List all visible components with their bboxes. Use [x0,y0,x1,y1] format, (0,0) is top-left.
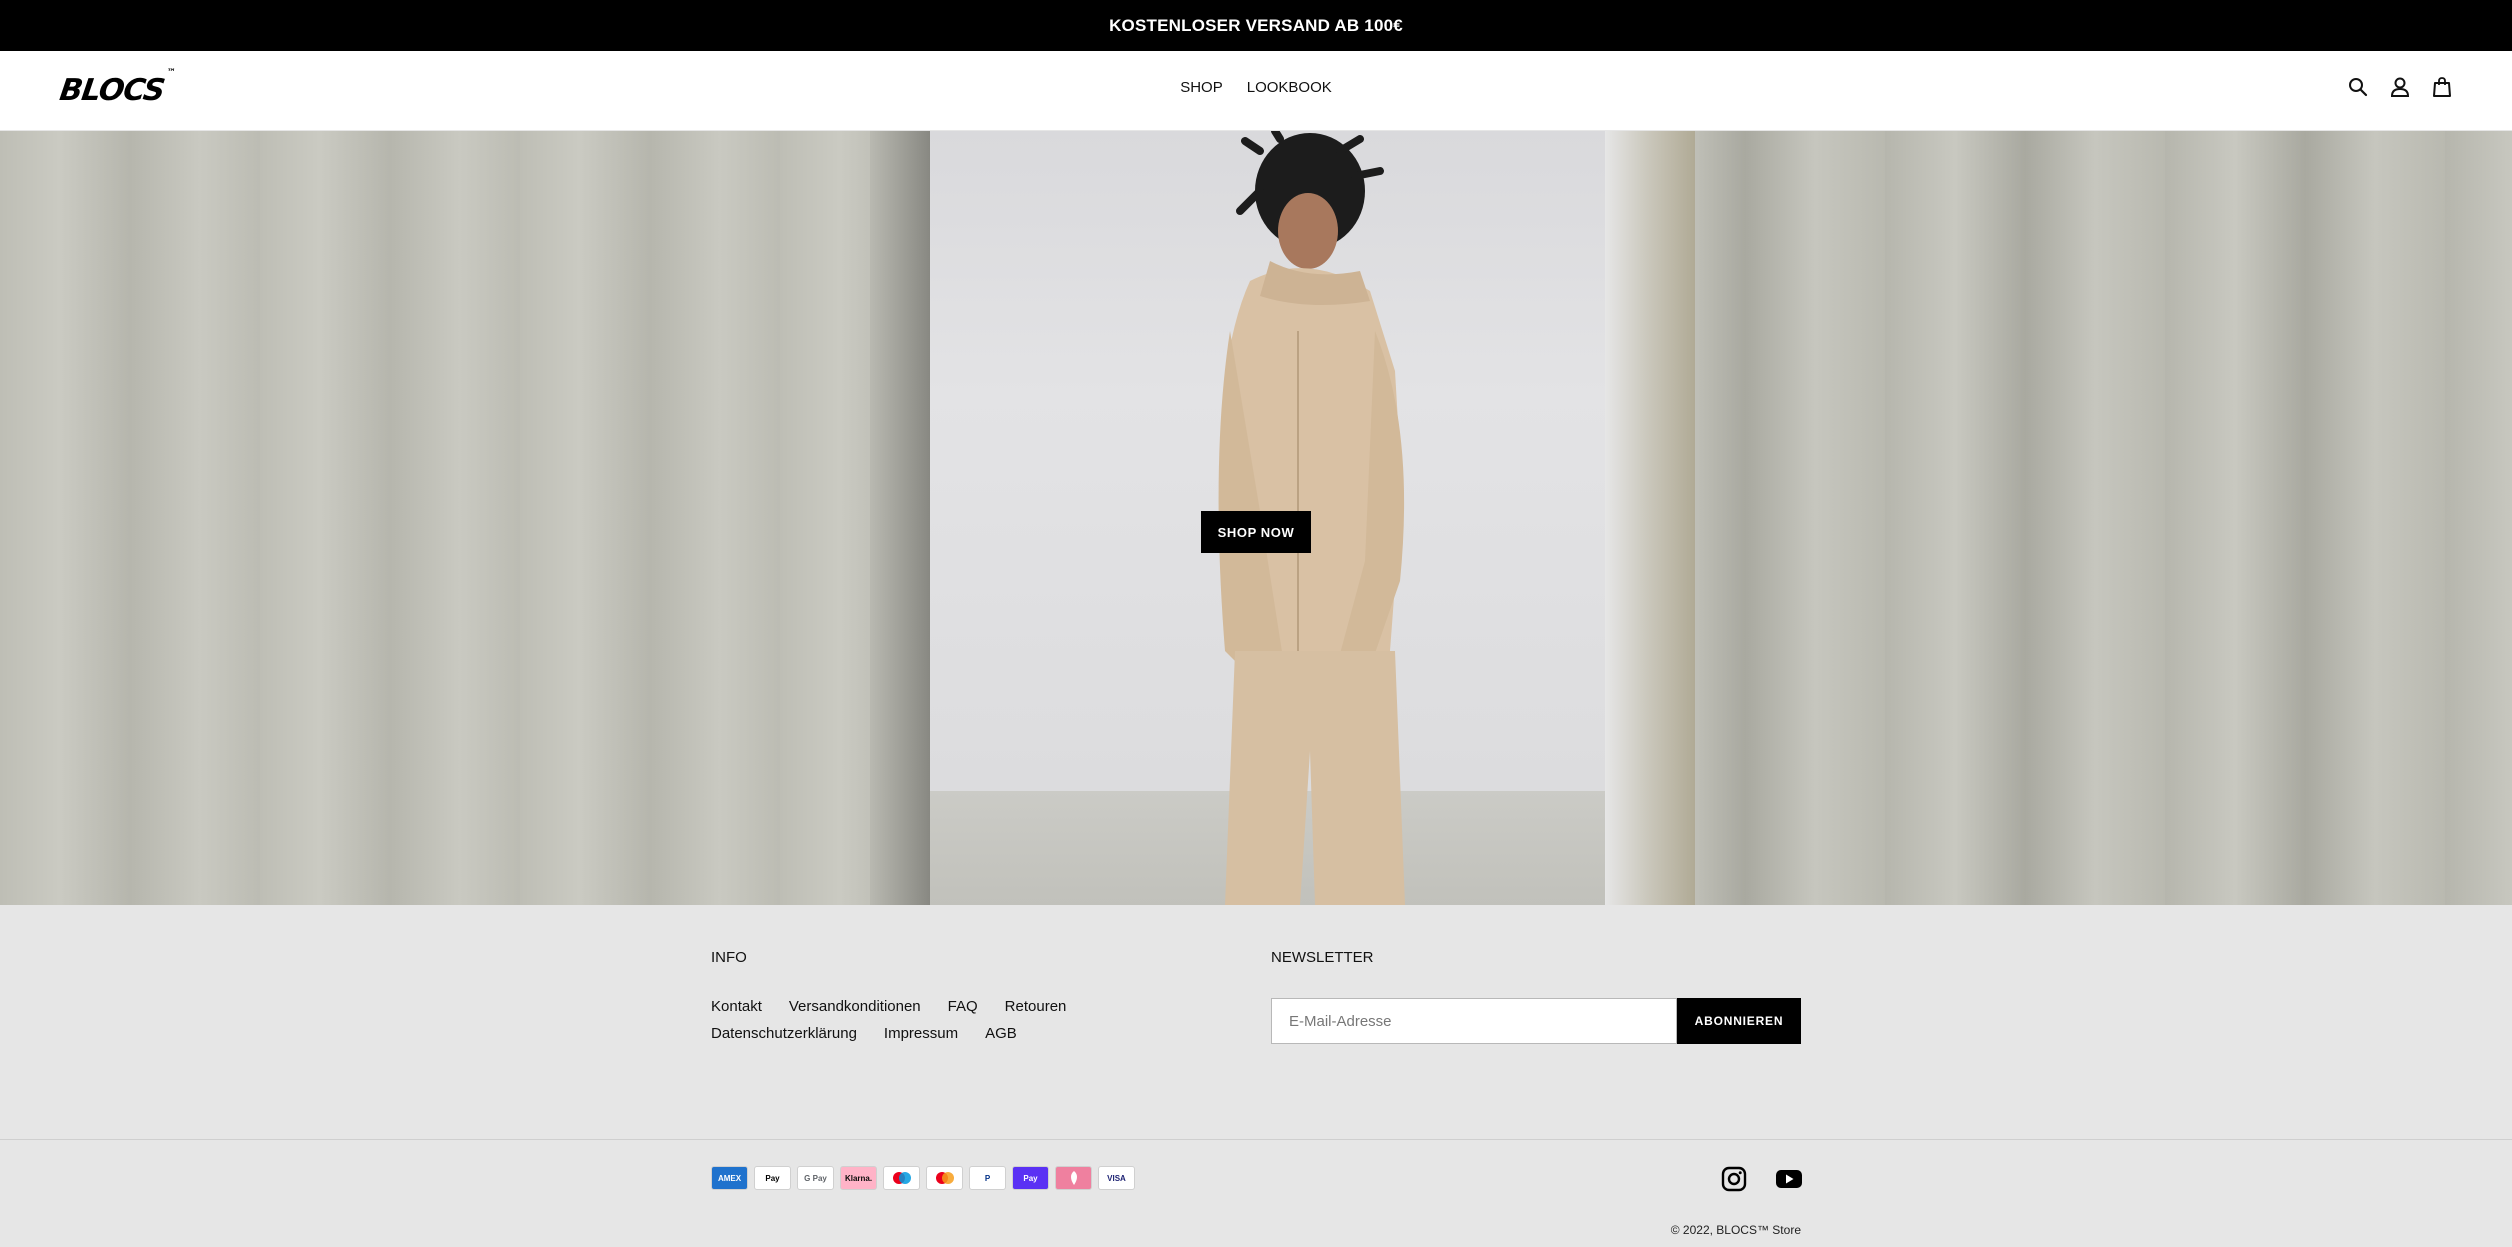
footer-link-versandkonditionen[interactable]: Versandkonditionen [789,993,921,1020]
maestro-icon [883,1166,920,1190]
footer-link-faq[interactable]: FAQ [948,993,978,1020]
hero-curtain-left-edge [870,131,930,905]
payment-label: VISA [1107,1173,1126,1183]
nav-item-shop[interactable]: SHOP [1180,79,1223,96]
site-header: BLOCS™ SHOP LOOKBOOK [0,51,2512,131]
payment-label: Klarna. [844,1173,873,1183]
visa-icon: VISA [1098,1166,1135,1190]
youtube-icon[interactable] [1775,1165,1803,1193]
search-icon[interactable] [2346,75,2370,99]
hero-curtain-right [1605,131,2512,905]
footer-link-datenschutz[interactable]: Datenschutzerklärung [711,1020,857,1047]
footer-link-retouren[interactable]: Retouren [1005,993,1067,1020]
footer-link-agb[interactable]: AGB [985,1020,1017,1047]
shop-pay-icon: Pay [1012,1166,1049,1190]
payment-label: G Pay [804,1173,827,1183]
paypal-icon: P [969,1166,1006,1190]
footer-link-kontakt[interactable]: Kontakt [711,993,762,1020]
footer-divider [0,1139,2512,1140]
sofort-icon [1055,1166,1092,1190]
payment-label: AMEX [717,1173,742,1183]
announcement-bar: KOSTENLOSER VERSAND AB 100€ [0,0,2512,51]
footer-info-links: Kontakt Versandkonditionen FAQ Retouren Dat… [711,993,1131,1047]
header-icons [2346,75,2454,99]
hero-banner[interactable]: SHOP NOW [0,131,2512,905]
payment-label: Pay [1023,1173,1038,1183]
payment-label: P [984,1173,991,1183]
newsletter-email-input[interactable] [1272,999,1676,1043]
newsletter-email-wrapper [1271,998,1677,1044]
klarna-icon: Klarna. [840,1166,877,1190]
announcement-text: KOSTENLOSER VERSAND AB 100€ [1109,15,1403,35]
cart-icon[interactable] [2430,75,2454,99]
payment-label: Pay [765,1173,780,1183]
instagram-icon[interactable] [1720,1165,1748,1193]
site-footer: INFO Kontakt Versandkonditionen FAQ Retoure… [0,905,2512,1247]
subscribe-button[interactable]: ABONNIEREN [1677,998,1801,1044]
amex-icon: AMEX [711,1166,748,1190]
account-icon[interactable] [2388,75,2412,99]
copyright-text: © 2022, BLOCS™ Store [1670,1223,1801,1237]
google-pay-icon: G Pay [797,1166,834,1190]
shop-now-button[interactable]: SHOP NOW [1201,511,1311,553]
main-nav: SHOP LOOKBOOK [0,79,2512,96]
payment-icons: AMEX Pay G Pay Klarna. P Pay VISA [711,1166,1135,1190]
nav-item-lookbook[interactable]: LOOKBOOK [1247,79,1332,96]
mastercard-icon [926,1166,963,1190]
apple-pay-icon: Pay [754,1166,791,1190]
social-links [1720,1165,1803,1193]
footer-info-title: INFO [711,949,747,966]
footer-newsletter-title: NEWSLETTER [1271,949,1374,966]
hero-curtain-left [0,131,930,905]
hero-curtain-right-edge [1605,131,1695,905]
footer-link-impressum[interactable]: Impressum [884,1020,958,1047]
